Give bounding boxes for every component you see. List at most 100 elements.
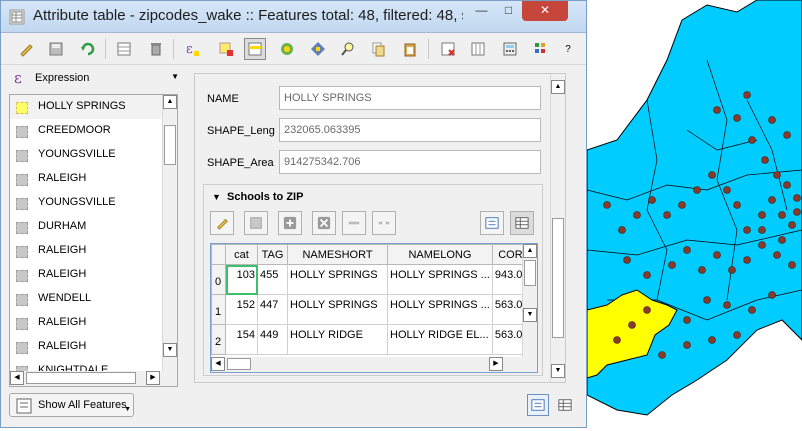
paste-icon[interactable] <box>399 38 421 60</box>
invert-selection-icon[interactable] <box>113 38 135 60</box>
table-cell[interactable]: 152 <box>225 294 258 325</box>
table-cell[interactable]: 449 <box>257 324 288 355</box>
conditional-format-icon[interactable] <box>529 38 551 60</box>
scroll-down-icon[interactable]: ▼ <box>523 308 537 322</box>
name-field[interactable]: HOLLY SPRINGS <box>279 86 541 110</box>
add-feature-icon[interactable] <box>278 211 302 235</box>
row-header[interactable]: 0 <box>211 264 226 295</box>
table-cell[interactable]: 447 <box>257 294 288 325</box>
list-vertical-scrollbar[interactable]: ▲ ▼ <box>162 95 177 371</box>
field-calculator-icon[interactable] <box>499 38 521 60</box>
table-cell[interactable]: HOLLY SPRINGS <box>287 294 388 325</box>
list-item[interactable]: YOUNGSVILLE <box>10 191 162 215</box>
pan-to-selection-icon[interactable] <box>307 38 329 60</box>
expression-dropdown[interactable]: ε Expression ▼ <box>9 69 181 89</box>
table-cell[interactable]: 103 <box>225 264 258 295</box>
list-item[interactable]: RALEIGH <box>10 167 162 191</box>
title-bar[interactable]: Attribute table - zipcodes_wake :: Featu… <box>1 1 586 33</box>
deselect-icon[interactable] <box>215 38 237 60</box>
scroll-left-icon[interactable]: ◀ <box>211 357 225 371</box>
list-item[interactable]: RALEIGH <box>10 239 162 263</box>
form-vertical-scrollbar[interactable]: ▲ ▼ <box>550 74 565 382</box>
form-view-toggle-icon[interactable] <box>527 394 549 416</box>
related-features-table[interactable]: cat TAG NAMESHORT NAMELONG COR 0 103 455 <box>210 243 538 373</box>
scroll-up-icon[interactable]: ▲ <box>163 95 177 109</box>
column-header[interactable]: TAG <box>257 244 288 265</box>
scroll-thumb[interactable] <box>524 260 536 286</box>
column-header[interactable]: cat <box>225 244 258 265</box>
column-header[interactable]: NAMESHORT <box>287 244 388 265</box>
scroll-thumb[interactable] <box>227 358 251 370</box>
copy-icon[interactable] <box>367 38 389 60</box>
collapse-arrow-icon[interactable]: ▼ <box>212 192 221 202</box>
row-header[interactable]: 1 <box>211 294 226 325</box>
list-item[interactable]: CREEDMOOR <box>10 119 162 143</box>
table-cell[interactable]: HOLLY RIDGE EL... <box>387 324 493 355</box>
table-cell[interactable]: HOLLY SPRINGS ... <box>387 264 493 295</box>
feature-icon <box>16 222 28 234</box>
zoom-to-selection-icon[interactable] <box>276 38 298 60</box>
list-item[interactable]: RALEIGH <box>10 311 162 335</box>
expression-icon: ε <box>14 69 22 87</box>
table-cell[interactable]: 154 <box>225 324 258 355</box>
list-item[interactable]: RALEIGH <box>10 263 162 287</box>
refresh-icon[interactable] <box>77 38 99 60</box>
pencil-icon[interactable] <box>210 211 234 235</box>
feature-icon <box>16 174 28 186</box>
maximize-button[interactable]: □ <box>495 1 522 21</box>
column-header[interactable]: NAMELONG <box>387 244 493 265</box>
feature-list[interactable]: HOLLY SPRINGS CREEDMOOR YOUNGSVILLE RALE… <box>9 94 178 387</box>
scroll-up-icon[interactable]: ▲ <box>551 80 565 94</box>
minimize-button[interactable]: — <box>468 1 495 21</box>
search-icon[interactable] <box>337 38 359 60</box>
scroll-thumb[interactable] <box>552 218 564 338</box>
table-row[interactable]: 2 154 449 HOLLY RIDGE HOLLY RIDGE EL... … <box>211 324 530 355</box>
table-view-toggle-icon[interactable] <box>554 394 576 416</box>
unlink-icon[interactable] <box>372 211 396 235</box>
new-column-icon[interactable] <box>467 38 489 60</box>
list-item[interactable]: HOLLY SPRINGS <box>10 95 162 119</box>
list-item[interactable]: RALEIGH <box>10 335 162 359</box>
list-item[interactable]: YOUNGSVILLE <box>10 143 162 167</box>
shape-area-field[interactable]: 914275342.706 <box>279 150 541 174</box>
list-item[interactable]: WENDELL <box>10 287 162 311</box>
expression-select-icon[interactable]: ε <box>181 38 203 60</box>
map-canvas[interactable] <box>586 0 802 428</box>
scroll-right-icon[interactable]: ▶ <box>489 357 503 371</box>
relation-title[interactable]: ▼ Schools to ZIP <box>212 191 303 203</box>
form-view-icon[interactable] <box>480 211 504 235</box>
scroll-down-icon[interactable]: ▼ <box>163 343 177 357</box>
help-icon[interactable]: ? <box>557 38 579 60</box>
save-icon[interactable] <box>45 38 67 60</box>
scroll-right-icon[interactable]: ▶ <box>146 371 160 385</box>
attribute-table-window: Attribute table - zipcodes_wake :: Featu… <box>0 0 587 428</box>
shape-leng-field[interactable]: 232065.063395 <box>279 118 541 142</box>
list-horizontal-scrollbar[interactable]: ◀ ▶ <box>10 371 177 386</box>
table-view-icon[interactable] <box>510 211 534 235</box>
table-row[interactable]: 0 103 455 HOLLY SPRINGS HOLLY SPRINGS ..… <box>211 264 530 295</box>
scroll-left-icon[interactable]: ◀ <box>10 371 24 385</box>
close-button[interactable]: ✕ <box>522 1 568 21</box>
scroll-thumb[interactable] <box>164 125 176 165</box>
feature-icon <box>16 150 28 162</box>
table-row[interactable]: 1 152 447 HOLLY SPRINGS HOLLY SPRINGS ..… <box>211 294 530 325</box>
save-icon[interactable] <box>244 211 268 235</box>
scroll-thumb[interactable] <box>26 372 136 384</box>
row-header[interactable]: 2 <box>211 324 226 355</box>
pencil-icon[interactable] <box>15 38 37 60</box>
scroll-down-icon[interactable]: ▼ <box>551 364 565 378</box>
link-icon[interactable] <box>342 211 366 235</box>
delete-icon[interactable] <box>145 38 167 60</box>
table-cell[interactable]: 455 <box>257 264 288 295</box>
delete-feature-icon[interactable] <box>312 211 336 235</box>
show-all-features-button[interactable]: Show All Features ▼ <box>9 393 134 417</box>
table-horizontal-scrollbar[interactable]: ◀ ▶ <box>211 357 537 372</box>
table-cell[interactable]: HOLLY RIDGE <box>287 324 388 355</box>
list-item[interactable]: DURHAM <box>10 215 162 239</box>
table-cell[interactable]: HOLLY SPRINGS ... <box>387 294 493 325</box>
delete-column-icon[interactable] <box>437 38 459 60</box>
table-cell[interactable]: HOLLY SPRINGS <box>287 264 388 295</box>
table-vertical-scrollbar[interactable]: ▲ ▼ <box>522 244 537 357</box>
scroll-up-icon[interactable]: ▲ <box>523 244 537 258</box>
select-all-icon[interactable] <box>244 38 266 60</box>
